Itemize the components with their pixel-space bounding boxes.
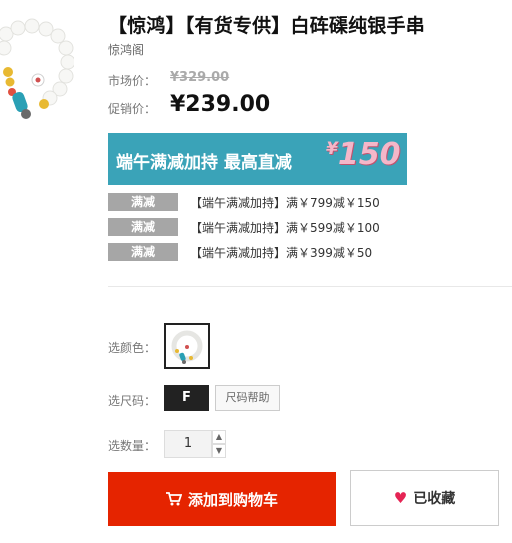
cart-icon xyxy=(165,492,182,506)
favorite-label: 已收藏 xyxy=(413,491,456,507)
product-thumbnail[interactable] xyxy=(0,14,76,126)
quantity-label: 选数量： xyxy=(108,439,157,453)
banner-amount-value: 150 xyxy=(337,137,401,172)
product-title: 【惊鸿】【有货专供】白砗磲纯银手串 xyxy=(108,15,425,37)
banner-currency: ¥ xyxy=(326,139,338,159)
sale-price-label: 促销价： xyxy=(108,102,157,116)
market-price: ¥329.00 xyxy=(170,70,230,85)
promo-row: 满减 【端午满减加持】满￥599减￥100 xyxy=(108,218,428,236)
banner-text: 端午满减加持 最高直减 xyxy=(116,153,292,173)
quantity-increase-button[interactable]: ▲ xyxy=(212,430,226,444)
promo-tag: 满减 xyxy=(108,243,178,261)
size-label: 选尺码： xyxy=(108,394,157,408)
promo-row: 满减 【端午满减加持】满￥399减￥50 xyxy=(108,243,428,261)
promo-row: 满减 【端午满减加持】满￥799减￥150 xyxy=(108,193,428,211)
promo-text: 【端午满减加持】满￥599减￥100 xyxy=(190,221,380,235)
promo-text: 【端午满减加持】满￥799减￥150 xyxy=(190,196,380,210)
market-price-label: 市场价： xyxy=(108,74,157,88)
sale-price: ¥239.00 xyxy=(170,92,271,117)
shop-name[interactable]: 惊鸿阁 xyxy=(108,41,144,58)
banner-amount: ¥150 xyxy=(326,137,400,172)
add-to-cart-button[interactable]: 添加到购物车 xyxy=(108,472,336,526)
quantity-decrease-button[interactable]: ▼ xyxy=(212,444,226,458)
size-help-button[interactable]: 尺码帮助 xyxy=(215,385,280,411)
promo-text: 【端午满减加持】满￥399减￥50 xyxy=(190,246,373,260)
heart-icon: ♥ xyxy=(393,489,408,507)
quantity-input[interactable]: 1 xyxy=(164,430,212,458)
promo-tag: 满减 xyxy=(108,218,178,236)
size-option-f[interactable]: F xyxy=(164,385,209,411)
section-divider xyxy=(108,286,512,287)
promo-banner[interactable]: 端午满减加持 最高直减 ¥150 xyxy=(108,133,407,185)
color-label: 选颜色： xyxy=(108,341,157,355)
promo-tag: 满减 xyxy=(108,193,178,211)
favorite-button[interactable]: ♥ 已收藏 xyxy=(350,470,499,526)
color-swatch[interactable] xyxy=(164,323,210,369)
add-to-cart-label: 添加到购物车 xyxy=(187,490,278,509)
